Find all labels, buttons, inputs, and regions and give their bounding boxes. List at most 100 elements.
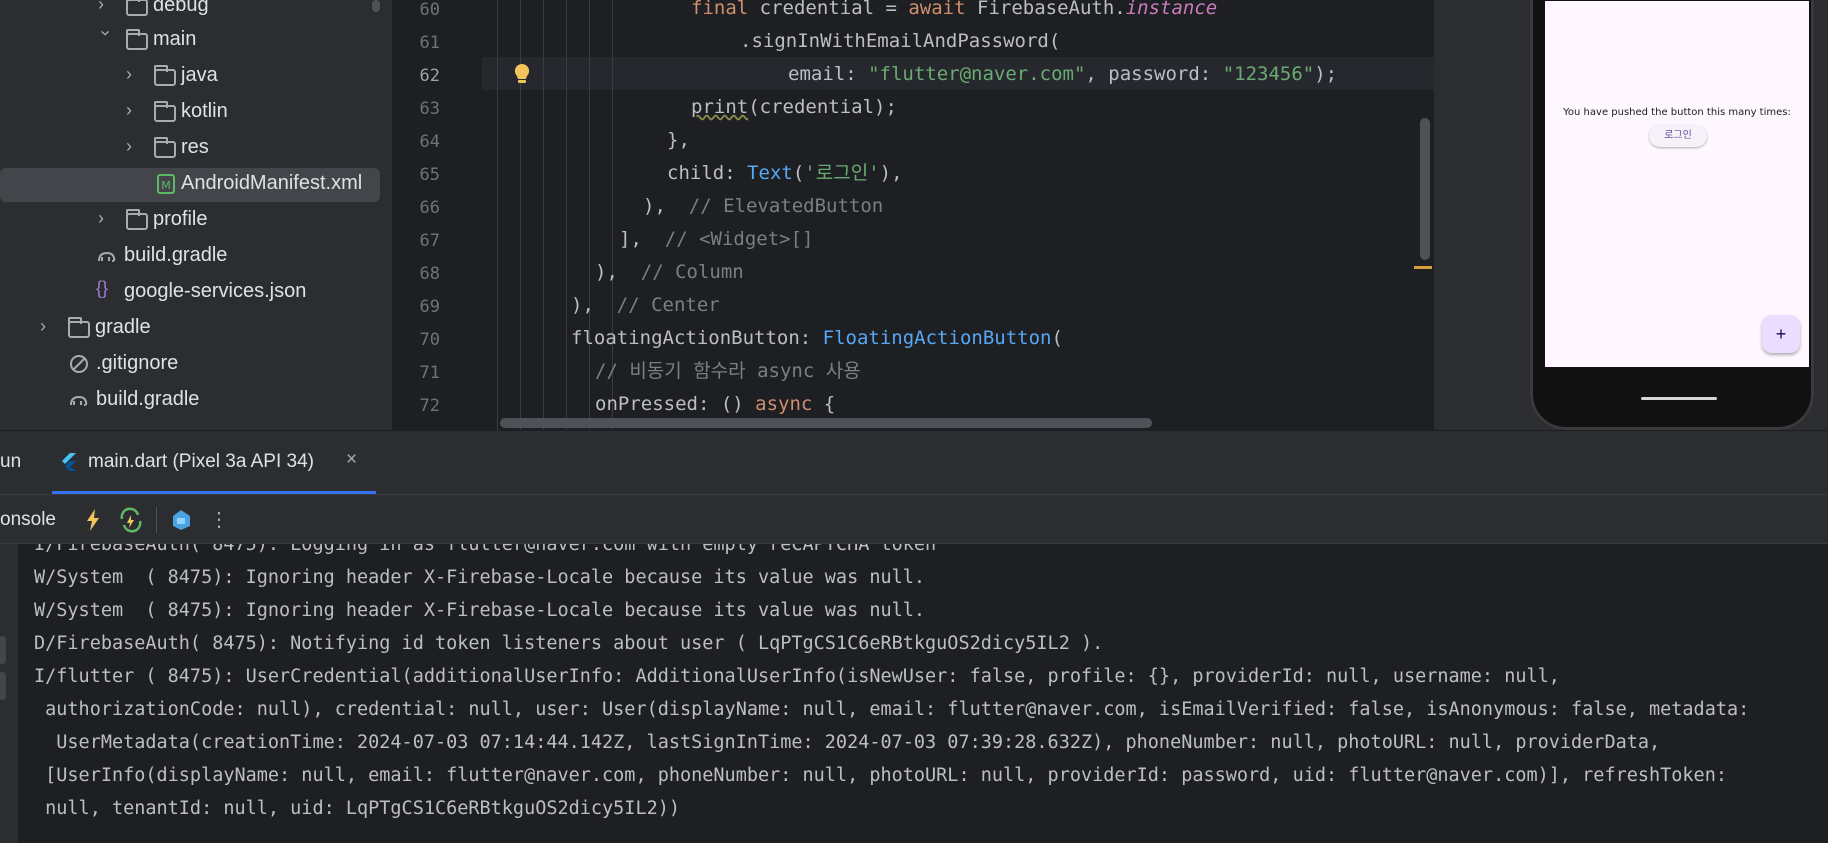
tree-item-profile[interactable]: › profile bbox=[0, 204, 380, 238]
chevron-right-icon[interactable]: › bbox=[126, 64, 144, 86]
tree-item-label: AndroidManifest.xml bbox=[181, 172, 363, 194]
tree-item-label: kotlin bbox=[181, 100, 228, 122]
code-line-65: child: Text('로그인'), bbox=[667, 162, 903, 184]
counter-text: You have pushed the button this many tim… bbox=[1563, 107, 1791, 118]
tree-item-debug[interactable]: › debug bbox=[0, 0, 380, 24]
gutter-marker bbox=[0, 672, 6, 700]
log-line: I/FirebaseAuth( 8475): Logging in as flu… bbox=[34, 544, 937, 555]
tree-item-main[interactable]: › main bbox=[0, 24, 380, 58]
toolbar-separator bbox=[156, 507, 157, 533]
tree-item-label: java bbox=[181, 64, 218, 86]
lightbulb-icon[interactable] bbox=[512, 62, 532, 86]
warning-marker[interactable] bbox=[1414, 266, 1432, 269]
line-number: 71 bbox=[419, 363, 440, 383]
code-line-62: email: "flutter@naver.com", password: "1… bbox=[788, 63, 1338, 85]
indent-guide bbox=[566, 0, 567, 430]
log-line: D/FirebaseAuth( 8475): Notifying id toke… bbox=[34, 633, 1104, 654]
run-tool-window-title: un bbox=[0, 451, 22, 472]
editor-horizontal-scrollbar[interactable] bbox=[500, 418, 1152, 428]
close-tab-icon[interactable]: × bbox=[346, 449, 357, 471]
tree-item-kotlin[interactable]: › kotlin bbox=[0, 96, 380, 130]
floating-action-button[interactable]: + bbox=[1762, 315, 1800, 353]
tab-main-dart-config[interactable]: main.dart (Pixel 3a API 34) × bbox=[52, 431, 376, 495]
tree-item-label: main bbox=[153, 28, 197, 50]
editor-vertical-scrollbar[interactable] bbox=[1420, 118, 1430, 260]
folder-icon bbox=[154, 101, 176, 122]
tree-item-google-services-json[interactable]: {} google-services.json bbox=[0, 276, 380, 310]
folder-icon bbox=[154, 65, 176, 86]
code-line-71: // 비동기 함수라 async 사용 bbox=[595, 360, 861, 382]
json-icon: {} bbox=[96, 278, 109, 298]
emulator-panel: You have pushed the button this many tim… bbox=[1434, 0, 1828, 430]
tree-item-android-manifest[interactable]: M AndroidManifest.xml bbox=[0, 168, 380, 202]
tree-item-label: gradle bbox=[95, 316, 151, 338]
folder-icon bbox=[154, 137, 176, 158]
gutter-marker bbox=[0, 636, 6, 664]
tree-item-gitignore[interactable]: .gitignore bbox=[0, 348, 380, 382]
console-gutter bbox=[0, 544, 18, 843]
tree-item-label: profile bbox=[153, 208, 208, 230]
chevron-down-icon[interactable]: › bbox=[94, 30, 116, 48]
log-line: [UserInfo(displayName: null, email: flut… bbox=[34, 765, 1727, 786]
flutter-icon bbox=[62, 453, 76, 471]
code-line-64: }, bbox=[667, 129, 690, 151]
folder-icon bbox=[126, 29, 148, 50]
line-number: 72 bbox=[419, 396, 440, 416]
hot-restart-icon[interactable] bbox=[118, 507, 144, 533]
manifest-icon: M bbox=[157, 174, 175, 194]
login-button[interactable]: 로그인 bbox=[1649, 125, 1707, 147]
line-number: 69 bbox=[419, 297, 440, 317]
project-tree-panel: › debug › main › java › kotlin › res M A… bbox=[0, 0, 392, 430]
line-number: 66 bbox=[419, 198, 440, 218]
line-number: 60 bbox=[419, 0, 440, 20]
code-line-67: ], // <Widget>[] bbox=[619, 228, 814, 250]
code-editor[interactable]: 60 61 62 63 64 65 66 67 68 69 70 71 72 f… bbox=[392, 0, 1434, 430]
code-line-63: print(credential); bbox=[691, 96, 897, 118]
folder-icon bbox=[126, 0, 148, 16]
dart-devtools-icon[interactable] bbox=[168, 507, 194, 533]
tree-item-gradle[interactable]: › gradle bbox=[0, 312, 380, 346]
tree-item-label: res bbox=[181, 136, 209, 158]
run-tool-window-header: un main.dart (Pixel 3a API 34) × bbox=[0, 430, 1828, 495]
tree-item-build-gradle-app[interactable]: build.gradle bbox=[0, 240, 380, 274]
chevron-right-icon[interactable]: › bbox=[126, 136, 144, 158]
log-line: authorizationCode: null), credential: nu… bbox=[34, 699, 1750, 720]
code-line-60: final credential = await FirebaseAuth.in… bbox=[691, 0, 1218, 19]
tab-label: main.dart (Pixel 3a API 34) bbox=[88, 451, 314, 472]
tree-item-build-gradle-root[interactable]: build.gradle bbox=[0, 384, 380, 418]
console-tab[interactable]: onsole bbox=[0, 509, 56, 531]
chevron-right-icon[interactable]: › bbox=[98, 208, 116, 230]
more-options-icon[interactable]: ⋮ bbox=[206, 507, 232, 533]
tree-item-label: google-services.json bbox=[124, 280, 307, 302]
code-line-69: ), // Center bbox=[571, 294, 720, 316]
gesture-nav-bar[interactable] bbox=[1641, 397, 1717, 400]
tree-item-label: build.gradle bbox=[96, 388, 200, 410]
ignore-icon bbox=[70, 355, 88, 373]
indent-guide bbox=[497, 0, 498, 430]
chevron-right-icon[interactable]: › bbox=[126, 100, 144, 122]
phone-frame: You have pushed the button this many tim… bbox=[1530, 0, 1814, 430]
tree-item-label: .gitignore bbox=[96, 352, 179, 374]
code-line-68: ), // Column bbox=[595, 261, 744, 283]
chevron-right-icon[interactable]: › bbox=[40, 316, 58, 338]
line-number: 65 bbox=[419, 165, 440, 185]
console-output[interactable]: I/FirebaseAuth( 8475): Logging in as flu… bbox=[0, 544, 1828, 843]
indent-guide bbox=[589, 0, 590, 430]
hot-reload-icon[interactable] bbox=[80, 507, 106, 533]
folder-icon bbox=[126, 209, 148, 230]
line-number: 64 bbox=[419, 132, 440, 152]
log-line: W/System ( 8475): Ignoring header X-Fire… bbox=[34, 600, 926, 621]
code-line-66: ), // ElevatedButton bbox=[643, 195, 884, 217]
chevron-right-icon[interactable]: › bbox=[98, 0, 116, 16]
line-number-current: 62 bbox=[419, 66, 440, 86]
log-line: null, tenantId: null, uid: LqPTgCS1C6eRB… bbox=[34, 798, 681, 819]
tree-item-res[interactable]: › res bbox=[0, 132, 380, 166]
line-number: 63 bbox=[419, 99, 440, 119]
folder-icon bbox=[68, 317, 90, 338]
line-number: 67 bbox=[419, 231, 440, 251]
log-line: W/System ( 8475): Ignoring header X-Fire… bbox=[34, 567, 926, 588]
tree-item-java[interactable]: › java bbox=[0, 60, 380, 94]
gradle-icon bbox=[98, 251, 116, 262]
run-toolbar: onsole ⋮ bbox=[0, 494, 1828, 544]
phone-screen[interactable]: You have pushed the button this many tim… bbox=[1545, 1, 1809, 367]
